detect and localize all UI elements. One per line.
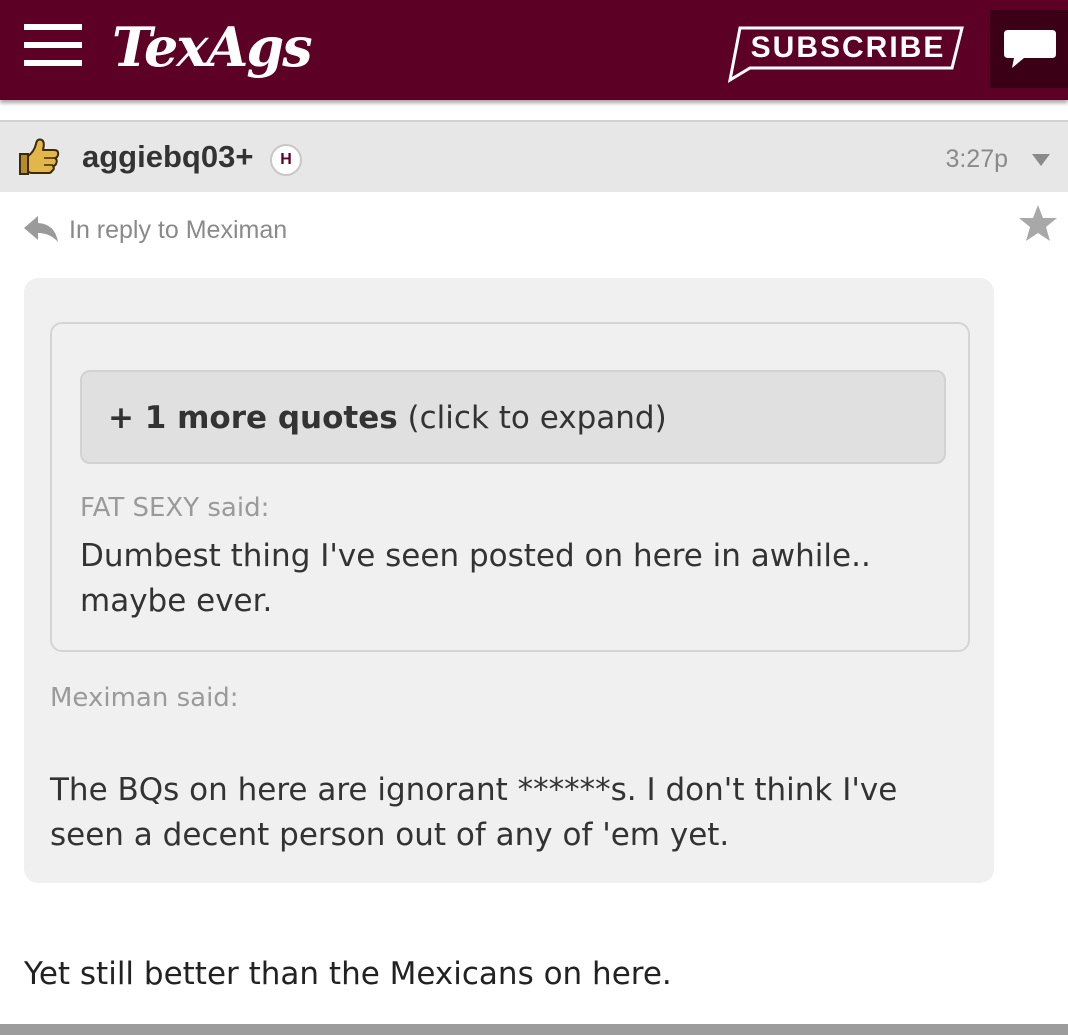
subscribe-button[interactable]: SUBSCRIBE [726,24,966,84]
bottom-divider [0,1024,1068,1035]
chat-bubble-icon [1004,30,1056,68]
reply-arrow-icon [24,216,58,242]
post-body: Yet still better than the Mexicans on he… [24,956,672,992]
user-badge: H [270,144,302,176]
post-username[interactable]: aggiebq03+ [82,138,253,176]
expand-quotes-button[interactable]: + 1 more quotes (click to expand) [80,370,946,464]
expand-quotes-text: + 1 more quotes (click to expand) [108,398,667,438]
post-timestamp: 3:27p [945,145,1008,173]
page: TexAgs SUBSCRIBE aggiebq03+ H 3:27p In r… [0,0,1068,1035]
star-icon[interactable] [1018,204,1058,242]
quote-author: Meximan said: [50,683,239,713]
nested-quote: + 1 more quotes (click to expand) FAT SE… [50,322,970,652]
texags-logo[interactable]: TexAgs [112,14,313,80]
thumbs-up-icon [19,138,60,175]
nested-quote-text: Dumbest thing I've seen posted on here i… [80,538,871,619]
hamburger-menu-icon[interactable] [24,24,82,66]
chat-button[interactable] [990,10,1068,88]
post-header: aggiebq03+ H 3:27p [0,120,1068,192]
expand-quotes-count: + 1 more quotes [108,400,398,436]
in-reply-to-text: In reply to Meximan [69,216,288,244]
chevron-down-icon[interactable] [1030,152,1052,168]
nested-quote-author: FAT SEXY said: [80,493,270,523]
quote-text: The BQs on here are ignorant ******s. I … [50,772,898,853]
expand-quotes-hint: (click to expand) [397,400,667,436]
quote-block: + 1 more quotes (click to expand) FAT SE… [24,278,994,883]
top-navbar: TexAgs SUBSCRIBE [0,0,1068,100]
subscribe-label: SUBSCRIBE [750,31,946,64]
